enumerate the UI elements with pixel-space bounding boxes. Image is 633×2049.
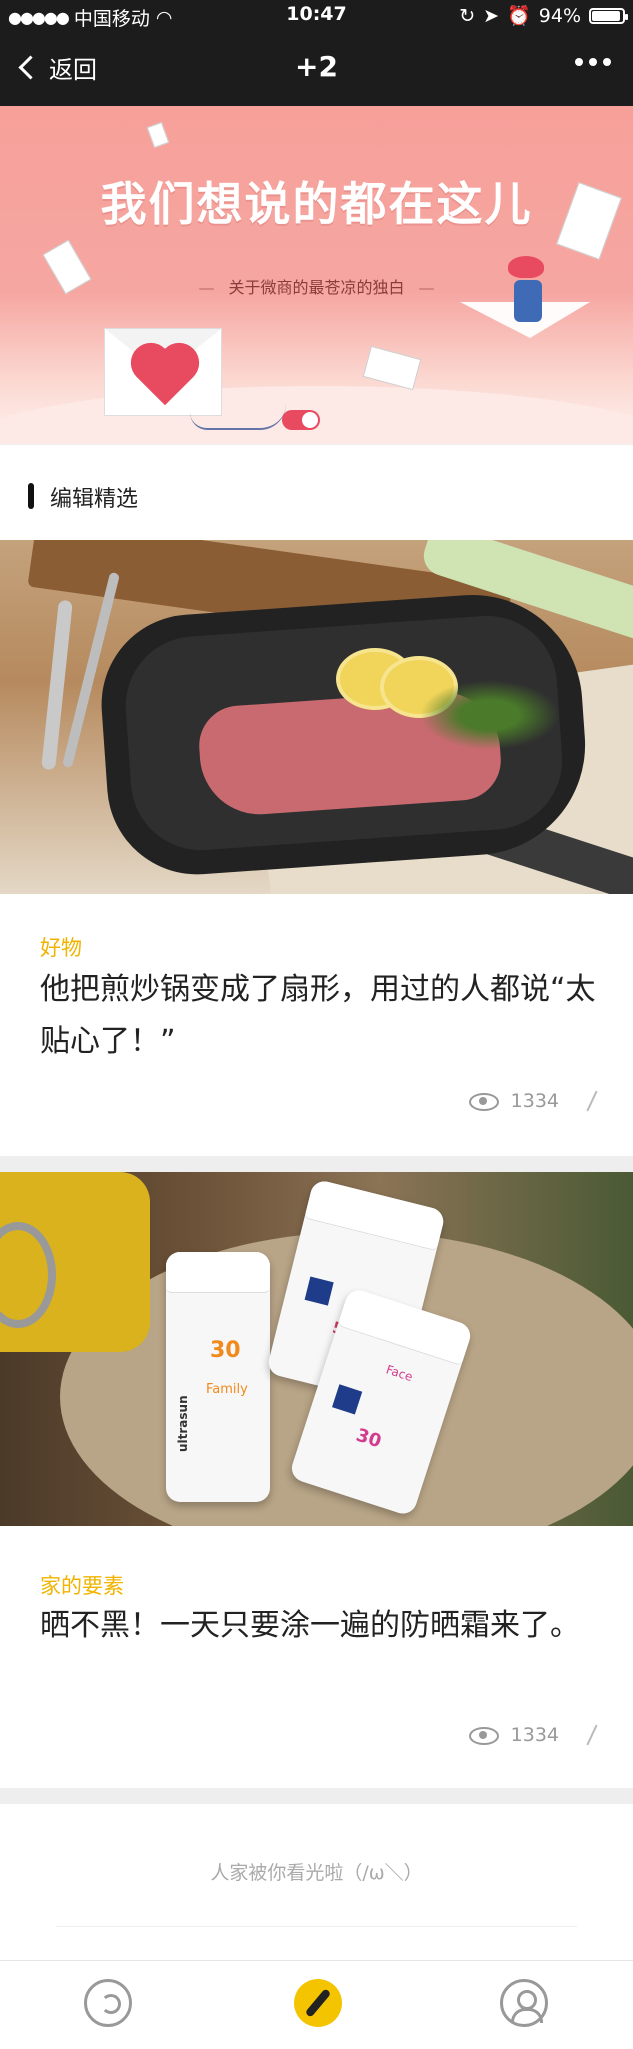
more-dot-icon (589, 58, 597, 66)
end-of-list-text: 人家被你看光啦（/ω＼） (210, 1862, 423, 1884)
person-illustration (508, 256, 548, 356)
profile-shoulders (511, 2008, 543, 2023)
rotation-lock-icon: ↻ (459, 4, 476, 27)
end-divider (56, 1926, 577, 1927)
status-bar: ●●●●● 中国移动 ◠ 10:47 ↻ ➤ ⏰ 94% (0, 0, 633, 32)
article-category[interactable]: 好物 (40, 932, 82, 962)
eye-pupil (478, 1731, 487, 1739)
messages-inner (101, 1994, 121, 2014)
profile-icon[interactable] (500, 1979, 548, 2027)
profile-head (517, 1990, 537, 2010)
sun-logo-icon (304, 1276, 334, 1306)
toggle-knob (302, 412, 318, 428)
status-right: ↻ ➤ ⏰ 94% (459, 4, 628, 27)
bottle-brand: ultrasun (176, 1395, 190, 1452)
article-title[interactable]: 他把煎炒锅变成了扇形，用过的人都说“太贴心了！” (40, 964, 600, 1068)
article-meta: 1334 (468, 1090, 598, 1112)
article-image-sunscreen[interactable]: ultrasun 30 Family 50 30 Face (0, 1172, 633, 1526)
article-meta: 1334 (468, 1724, 598, 1746)
card-separator (0, 1156, 633, 1172)
sunscreen-bottle-family: ultrasun 30 Family (166, 1252, 270, 1502)
article-category[interactable]: 家的要素 (40, 1570, 124, 1600)
person-body (514, 280, 542, 322)
bottle-label-face: Face (384, 1362, 415, 1385)
section-header: 编辑精选 (0, 444, 633, 541)
battery-icon (589, 7, 628, 24)
battery-percent: 94% (538, 4, 581, 27)
flying-letter-icon (146, 121, 170, 149)
more-dot-icon (575, 58, 583, 66)
eye-icon (468, 1093, 499, 1111)
bottle-spf: 30 (210, 1338, 241, 1363)
more-button[interactable] (575, 58, 611, 66)
section-title: 编辑精选 (50, 487, 139, 512)
flying-letter-icon (362, 345, 422, 391)
discover-icon[interactable] (294, 1979, 342, 2027)
bottle-cap (304, 1178, 447, 1252)
tab-bar (0, 1960, 633, 2049)
banner-headline: 我们想说的都在这儿 (100, 177, 533, 231)
sun-logo-icon (332, 1384, 363, 1415)
eye-icon (468, 1727, 499, 1745)
battery-fill (592, 10, 621, 21)
eye-pupil (478, 1097, 487, 1105)
heart-icon (136, 348, 194, 406)
person-hat (508, 256, 544, 278)
view-count: 1334 (510, 1724, 559, 1746)
hero-banner[interactable]: 我们想说的都在这儿 关于微商的最苍凉的独白 (0, 106, 633, 444)
card-separator (0, 1788, 633, 1804)
article-title[interactable]: 晒不黑！一天只要涂一遍的防晒霜来了。 (40, 1600, 600, 1652)
dill-herb (420, 680, 560, 750)
alarm-icon: ⏰ (507, 5, 531, 27)
article-card[interactable]: 好物 他把煎炒锅变成了扇形，用过的人都说“太贴心了！” 1334 (0, 540, 633, 1156)
divider-slash (586, 1724, 598, 1746)
bottle-label-family: Family (206, 1382, 248, 1397)
article-image-pan[interactable] (0, 540, 633, 894)
messages-icon[interactable] (84, 1979, 132, 2027)
toggle-icon (282, 410, 320, 430)
envelope-icon (104, 328, 222, 416)
page-title: +2 (295, 50, 338, 83)
view-count: 1334 (510, 1090, 559, 1112)
location-icon: ➤ (483, 4, 500, 27)
more-dot-icon (603, 58, 611, 66)
nav-bar: 返回 +2 (0, 40, 633, 100)
divider-slash (586, 1090, 598, 1112)
thread-line (190, 404, 286, 430)
top-bar: ●●●●● 中国移动 ◠ 10:47 ↻ ➤ ⏰ 94% 返回 +2 (0, 0, 633, 106)
article-card[interactable]: ultrasun 30 Family 50 30 Face 家的要素 晒不黑！一… (0, 1172, 633, 1788)
bottle-cap (166, 1252, 270, 1293)
compass-needle (304, 1988, 332, 2018)
bottle-spf: 30 (353, 1424, 384, 1453)
section-marker (28, 483, 34, 509)
